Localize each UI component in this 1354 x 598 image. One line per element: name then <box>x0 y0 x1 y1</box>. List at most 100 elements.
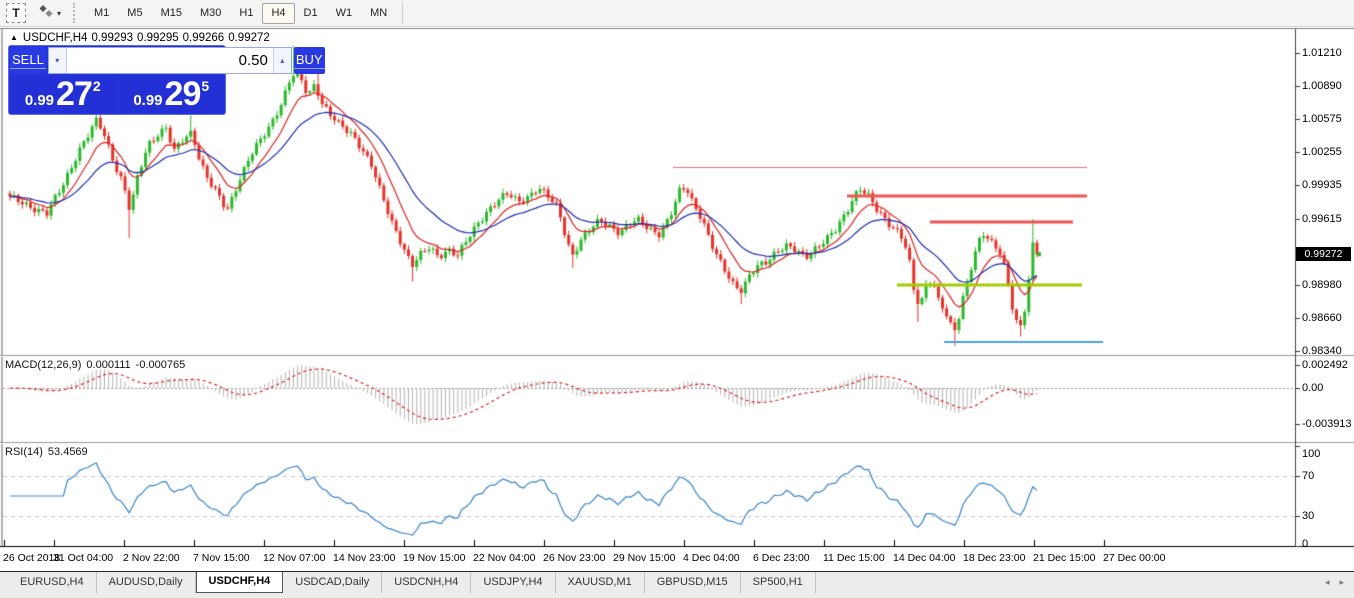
date-label-26-oct-2018: 26 Oct 2018 <box>3 552 60 564</box>
ask-price-big: 29 <box>165 77 201 111</box>
text-label-tool-button[interactable]: T <box>6 3 26 23</box>
rsi-value: 53.4569 <box>48 446 88 458</box>
chart-tab-usdcnh-h4[interactable]: USDCNH,H4 <box>382 572 471 593</box>
timeframe-button-h1[interactable]: H1 <box>230 3 262 24</box>
metatrader-app: { "toolbar": { "text_tool_label": "T", "… <box>0 0 1354 598</box>
timeframe-button-m5[interactable]: M5 <box>118 3 151 24</box>
ask-price-sup: 5 <box>201 78 209 94</box>
macd-tick-0-002492: 0.002492 <box>1302 359 1348 371</box>
chart-tab-gbpusd-m15[interactable]: GBPUSD,M15 <box>645 572 741 593</box>
trade-panel-top-row: SELL ▾ ▴ BUY <box>10 47 224 74</box>
collapse-triangle-icon: ▲ <box>10 33 18 42</box>
price-tick-0.99615: 0.99615 <box>1302 213 1342 225</box>
macd-label-row: MACD(12,26,9) 0.000111 -0.000765 <box>5 359 190 371</box>
price-tick-1.00890: 1.00890 <box>1302 80 1342 92</box>
date-label-7-nov-15-00: 7 Nov 15:00 <box>193 552 250 564</box>
price-tick-0.98340: 0.98340 <box>1302 345 1342 357</box>
date-label-2-nov-22-00: 2 Nov 22:00 <box>123 552 180 564</box>
rsi-label-row: RSI(14) 53.4569 <box>5 446 93 458</box>
date-label-6-dec-23-00: 6 Dec 23:00 <box>753 552 810 564</box>
current-price-tag: 0.99272 <box>1296 247 1351 261</box>
diamond-objects-icon <box>38 3 54 24</box>
one-click-trading-panel: SELL ▾ ▴ BUY 0.99 27 2 0.99 29 5 <box>8 45 226 115</box>
tab-scroll-controls: ◂ ▸ <box>1325 577 1344 588</box>
macd-signal-value: -0.000765 <box>136 359 186 371</box>
timeframe-button-m1[interactable]: M1 <box>85 3 118 24</box>
volume-control: ▾ ▴ <box>48 47 292 74</box>
date-label-18-dec-23-00: 18 Dec 23:00 <box>963 552 1025 564</box>
price-tick-0.99935: 0.99935 <box>1302 179 1342 191</box>
tab-scroll-right-icon[interactable]: ▸ <box>1339 577 1344 588</box>
rsi-name-label: RSI(14) <box>5 446 43 458</box>
volume-decrease-button[interactable]: ▾ <box>49 48 67 73</box>
trade-panel-quote-row: 0.99 27 2 0.99 29 5 <box>10 76 224 113</box>
sell-button[interactable]: SELL <box>10 47 46 74</box>
timeframe-button-d1[interactable]: D1 <box>295 3 327 24</box>
ask-price-prefix: 0.99 <box>133 92 162 109</box>
date-label-27-dec-00-00: 27 Dec 00:00 <box>1103 552 1165 564</box>
chart-symbol-label: USDCHF,H4 <box>23 32 88 44</box>
volume-input[interactable] <box>67 48 273 73</box>
date-label-21-dec-15-00: 21 Dec 15:00 <box>1033 552 1095 564</box>
chart-tab-audusd-daily[interactable]: AUDUSD,Daily <box>97 572 196 593</box>
price-tick-0.98660: 0.98660 <box>1302 312 1342 324</box>
toolbar-grip[interactable] <box>73 3 77 23</box>
ohlc-open: 0.99293 <box>91 32 133 44</box>
arrow-objects-button[interactable]: ▾ <box>34 2 65 24</box>
ohlc-high: 0.99295 <box>137 32 179 44</box>
date-label-14-dec-04-00: 14 Dec 04:00 <box>893 552 955 564</box>
timeframe-button-m15[interactable]: M15 <box>152 3 191 24</box>
chart-tabs: EURUSD,H4AUDUSD,DailyUSDCHF,H4USDCAD,Dai… <box>8 572 816 593</box>
bid-price-display[interactable]: 0.99 27 2 <box>10 76 116 113</box>
chart-tab-usdcad-daily[interactable]: USDCAD,Daily <box>283 572 382 593</box>
ask-price-display[interactable]: 0.99 29 5 <box>119 76 225 113</box>
date-label-19-nov-15-00: 19 Nov 15:00 <box>403 552 465 564</box>
timeframe-button-mn[interactable]: MN <box>361 3 396 24</box>
rsi-tick-0: 0 <box>1302 538 1308 550</box>
ohlc-low: 0.99266 <box>183 32 225 44</box>
bid-price-prefix: 0.99 <box>25 92 54 109</box>
chart-window: ▲USDCHF,H40.992930.992950.992660.99272 S… <box>0 28 1354 571</box>
toolbar-separator <box>402 2 403 24</box>
date-label-29-nov-15-00: 29 Nov 15:00 <box>613 552 675 564</box>
price-tick-0.98980: 0.98980 <box>1302 279 1342 291</box>
chart-tab-xauusd-m1[interactable]: XAUUSD,M1 <box>556 572 645 593</box>
chart-tab-bar: EURUSD,H4AUDUSD,DailyUSDCHF,H4USDCAD,Dai… <box>0 571 1354 598</box>
chevron-down-icon: ▾ <box>57 9 61 18</box>
buy-button[interactable]: BUY <box>294 47 325 74</box>
date-label-4-dec-04-00: 4 Dec 04:00 <box>683 552 740 564</box>
macd-tick-0-00: 0.00 <box>1302 382 1323 394</box>
sell-button-label: SELL <box>10 52 46 69</box>
price-tick-1.01210: 1.01210 <box>1302 47 1342 59</box>
ohlc-close: 0.99272 <box>228 32 270 44</box>
tab-scroll-left-icon[interactable]: ◂ <box>1325 577 1330 588</box>
date-label-26-nov-23-00: 26 Nov 23:00 <box>543 552 605 564</box>
macd-tick-0-003913: -0.003913 <box>1302 418 1352 430</box>
chart-tab-sp500-h1[interactable]: SP500,H1 <box>741 572 816 593</box>
volume-increase-button[interactable]: ▴ <box>273 48 291 73</box>
rsi-tick-100: 100 <box>1302 448 1320 460</box>
timeframe-button-h4[interactable]: H4 <box>262 3 294 24</box>
chart-ohlc-title: ▲ USDCHF,H40.99293 0.99295 0.992660.99272 <box>10 32 274 44</box>
price-tick-1.00575: 1.00575 <box>1302 113 1342 125</box>
date-label-11-dec-15-00: 11 Dec 15:00 <box>823 552 885 564</box>
macd-name-label: MACD(12,26,9) <box>5 359 81 371</box>
price-tick-1.00255: 1.00255 <box>1302 146 1342 158</box>
timeframe-button-group: M1M5M15M30H1H4D1W1MN <box>85 3 396 24</box>
date-label-12-nov-07-00: 12 Nov 07:00 <box>263 552 325 564</box>
top-toolbar: T ▾ M1M5M15M30H1H4D1W1MN <box>0 0 1354 27</box>
chart-tab-usdjpy-h4[interactable]: USDJPY,H4 <box>471 572 555 593</box>
timeframe-button-m30[interactable]: M30 <box>191 3 230 24</box>
buy-button-label: BUY <box>294 52 325 69</box>
chart-tab-usdchf-h4[interactable]: USDCHF,H4 <box>196 572 284 593</box>
rsi-tick-30: 30 <box>1302 510 1314 522</box>
bid-price-sup: 2 <box>93 78 101 94</box>
date-label-14-nov-23-00: 14 Nov 23:00 <box>333 552 395 564</box>
chart-tab-eurusd-h4[interactable]: EURUSD,H4 <box>8 572 97 593</box>
timeframe-button-w1[interactable]: W1 <box>327 3 362 24</box>
bid-price-big: 27 <box>56 77 92 111</box>
date-label-31-oct-04-00: 31 Oct 04:00 <box>53 552 113 564</box>
macd-main-value: 0.000111 <box>86 359 130 371</box>
rsi-tick-70: 70 <box>1302 470 1314 482</box>
date-label-22-nov-04-00: 22 Nov 04:00 <box>473 552 535 564</box>
